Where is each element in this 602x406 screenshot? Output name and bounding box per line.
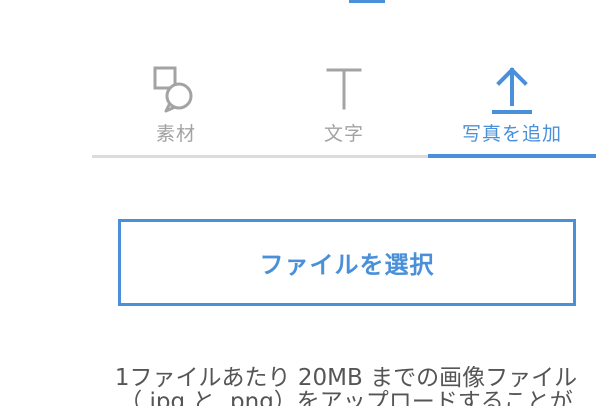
- tab-text-underline: [260, 155, 428, 158]
- upload-icon: [492, 67, 532, 114]
- material-icon: [153, 66, 193, 113]
- tab-add-photo[interactable]: 写真を追加: [428, 52, 596, 158]
- tab-material-underline: [92, 155, 260, 158]
- tab-add-photo-underline: [428, 154, 596, 158]
- upload-help-text: 1ファイルあたり 20MB までの画像ファイル （.jpg と .png）をアッ…: [90, 366, 602, 406]
- text-icon: [326, 68, 362, 110]
- tab-label-add-photo: 写真を追加: [461, 123, 562, 145]
- tab-text[interactable]: 文字: [260, 52, 428, 158]
- upload-help-line-1: 1ファイルあたり 20MB までの画像ファイル: [114, 366, 578, 391]
- select-file-button[interactable]: ファイルを選択: [118, 219, 576, 306]
- upload-panel: 素材 文字 写真を追加 ファイルを選択 1ファイルあたり 20MB までの画像フ…: [0, 0, 602, 406]
- tab-label-text: 文字: [323, 123, 364, 145]
- tab-material[interactable]: 素材: [92, 52, 260, 158]
- tab-label-material: 素材: [155, 123, 196, 145]
- tool-tabs: 素材 文字 写真を追加: [92, 52, 596, 158]
- upload-help-line-2: （.jpg と .png）をアップロードすることが: [119, 389, 573, 406]
- top-indicator: [349, 0, 385, 3]
